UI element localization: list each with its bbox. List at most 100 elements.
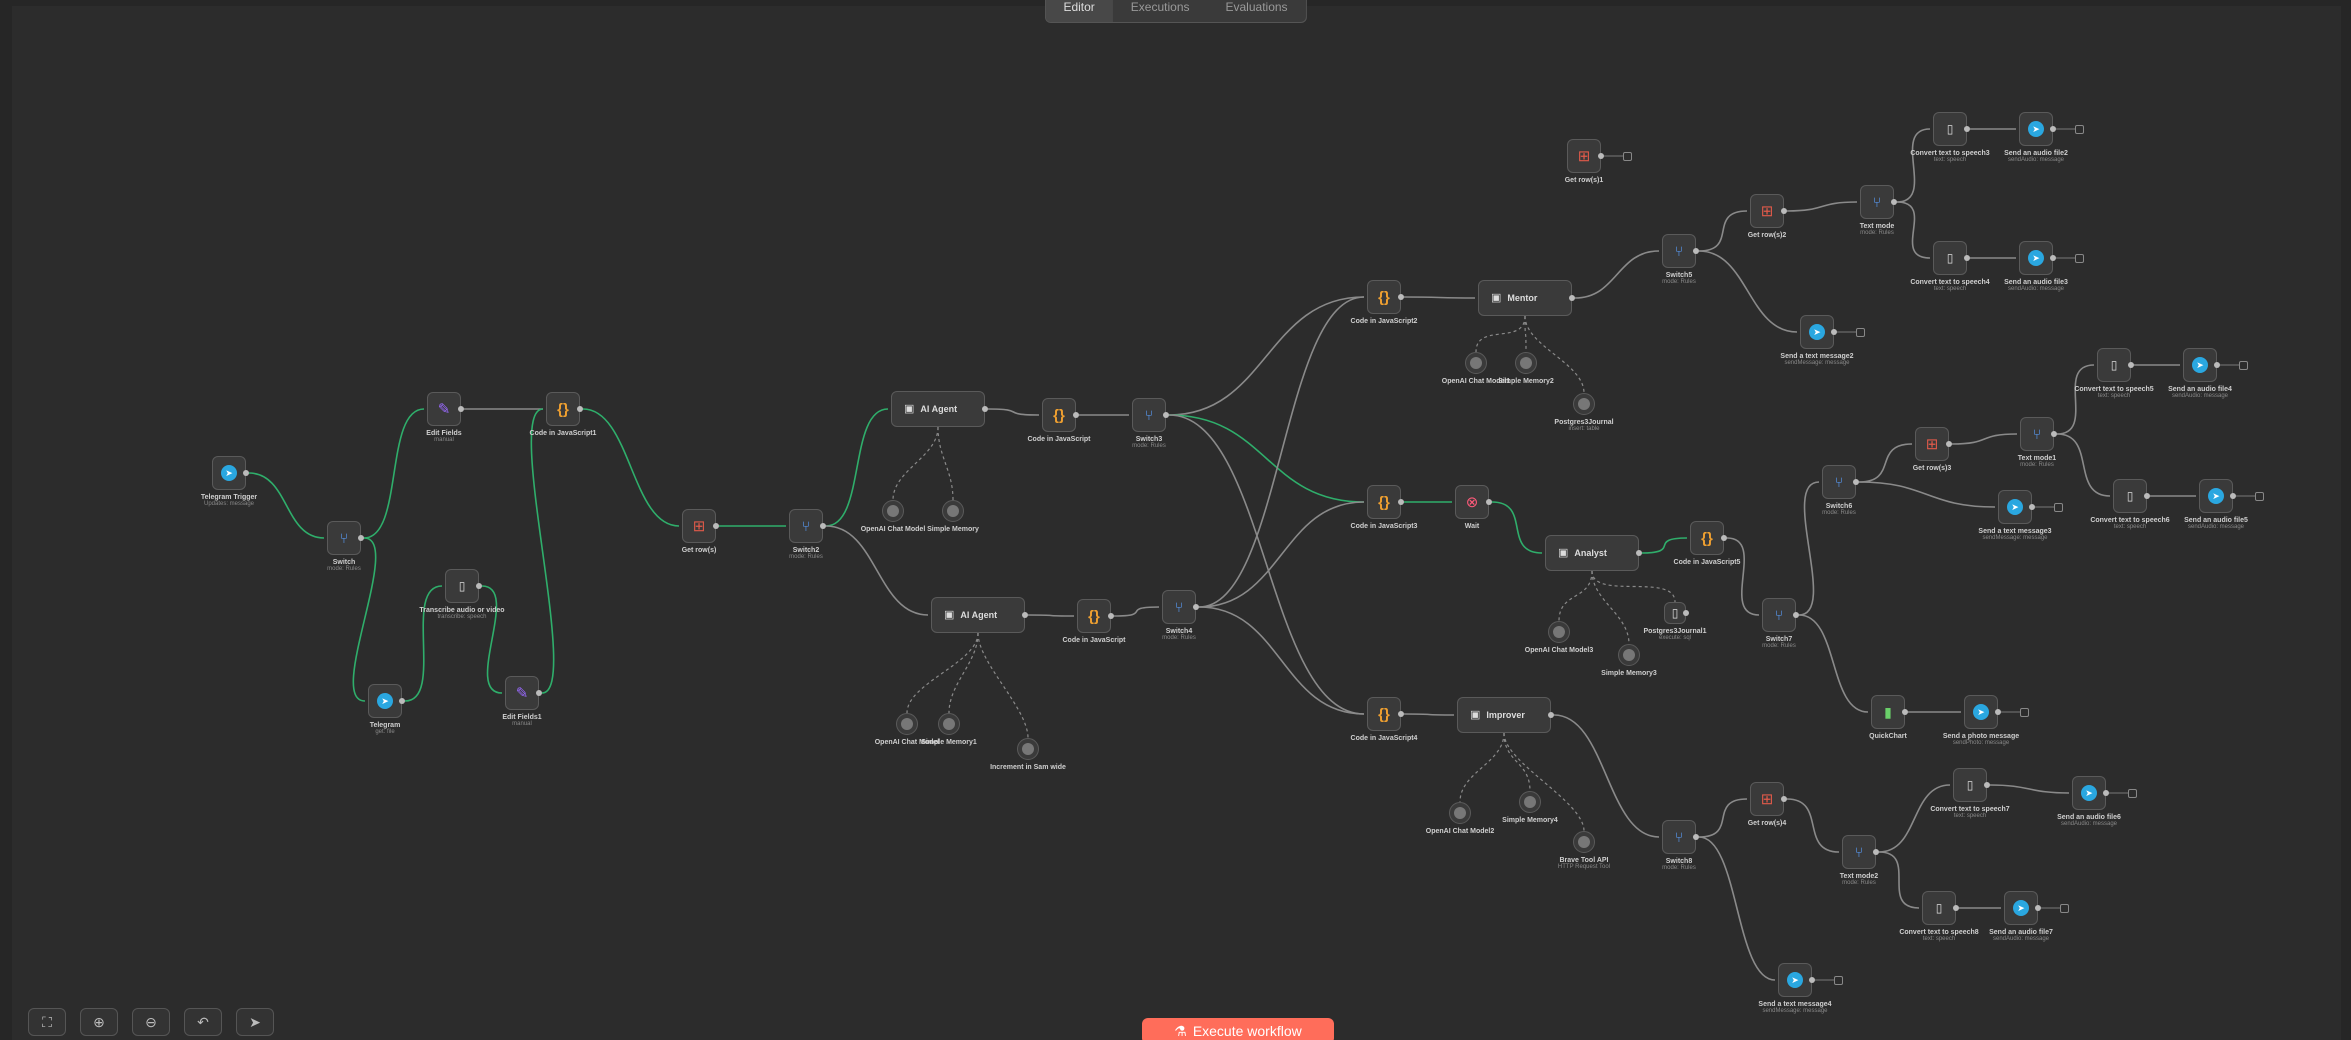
node-send-audio-6[interactable]: ➤ bbox=[2004, 891, 2038, 925]
node-memory-1[interactable] bbox=[942, 500, 964, 522]
node-send-audio-4[interactable]: ➤ bbox=[2199, 479, 2233, 513]
output-handle[interactable] bbox=[1831, 329, 1837, 335]
output-handle[interactable] bbox=[577, 406, 583, 412]
node-send-audio-3[interactable]: ➤ bbox=[2183, 348, 2217, 382]
node-agent-mentor[interactable]: ▣ Mentor bbox=[1478, 280, 1572, 316]
add-node-handle[interactable] bbox=[2054, 502, 2063, 512]
output-handle[interactable] bbox=[1548, 712, 1554, 718]
node-telegram-trigger[interactable]: ➤ bbox=[212, 456, 246, 490]
node-switch-7[interactable]: ⑂ bbox=[1762, 598, 1796, 632]
node-code-js-d[interactable]: {} bbox=[1367, 697, 1401, 731]
node-get-rows-1[interactable]: ⊞ bbox=[1567, 139, 1601, 173]
add-node-handle[interactable] bbox=[2128, 788, 2137, 798]
output-handle[interactable] bbox=[458, 406, 464, 412]
node-openai-1[interactable] bbox=[882, 500, 904, 522]
output-handle[interactable] bbox=[713, 523, 719, 529]
node-tts-3[interactable]: ▯ bbox=[2097, 348, 2131, 382]
node-switch-5[interactable]: ⑂ bbox=[1662, 234, 1696, 268]
node-wait[interactable]: ⊗ bbox=[1455, 485, 1489, 519]
output-handle[interactable] bbox=[820, 523, 826, 529]
node-edit-fields[interactable]: ✎ bbox=[427, 392, 461, 426]
zoom-in-button[interactable]: ⊕ bbox=[80, 1008, 118, 1036]
node-transcribe[interactable]: ▯ bbox=[445, 569, 479, 603]
node-code-js-c[interactable]: {} bbox=[1690, 521, 1724, 555]
execute-workflow-button[interactable]: ⚗ Execute workflow bbox=[1142, 1018, 1334, 1040]
undo-button[interactable]: ↶ bbox=[184, 1008, 222, 1036]
node-brave-tool[interactable] bbox=[1573, 831, 1595, 853]
add-node-handle[interactable] bbox=[1623, 151, 1632, 161]
output-handle[interactable] bbox=[1946, 441, 1952, 447]
node-send-photo[interactable]: ➤ bbox=[1964, 695, 1998, 729]
node-openai-4[interactable] bbox=[1548, 621, 1570, 643]
output-handle[interactable] bbox=[1793, 612, 1799, 618]
node-quickchart[interactable]: ▮ bbox=[1871, 695, 1905, 729]
output-handle[interactable] bbox=[1598, 153, 1604, 159]
node-send-text-2[interactable]: ➤ bbox=[1998, 490, 2032, 524]
output-handle[interactable] bbox=[536, 690, 542, 696]
node-text-mode-2[interactable]: ⑂ bbox=[2020, 417, 2054, 451]
output-handle[interactable] bbox=[2230, 493, 2236, 499]
node-get-rows-3[interactable]: ⊞ bbox=[1915, 427, 1949, 461]
add-node-handle[interactable] bbox=[2255, 491, 2264, 501]
node-send-audio-1[interactable]: ➤ bbox=[2019, 112, 2053, 146]
output-handle[interactable] bbox=[2214, 362, 2220, 368]
node-text-mode-1[interactable]: ⑂ bbox=[1860, 185, 1894, 219]
node-get-rows[interactable]: ⊞ bbox=[682, 509, 716, 543]
add-node-handle[interactable] bbox=[2075, 124, 2084, 134]
output-handle[interactable] bbox=[1984, 782, 1990, 788]
output-handle[interactable] bbox=[2144, 493, 2150, 499]
tab-evaluations[interactable]: Evaluations bbox=[1208, 0, 1306, 22]
output-handle[interactable] bbox=[1398, 499, 1404, 505]
add-node-handle[interactable] bbox=[2020, 707, 2029, 717]
node-ai-agent-1[interactable]: ▣ AI Agent bbox=[891, 391, 985, 427]
node-agent-improver[interactable]: ▣ Improver bbox=[1457, 697, 1551, 733]
output-handle[interactable] bbox=[2029, 504, 2035, 510]
node-code-js-b[interactable]: {} bbox=[1367, 485, 1401, 519]
output-handle[interactable] bbox=[1486, 499, 1492, 505]
node-text-mode-3[interactable]: ⑂ bbox=[1842, 835, 1876, 869]
add-node-handle[interactable] bbox=[1856, 327, 1865, 337]
pointer-button[interactable]: ➤ bbox=[236, 1008, 274, 1036]
node-memory-3[interactable] bbox=[1515, 352, 1537, 374]
zoom-out-button[interactable]: ⊖ bbox=[132, 1008, 170, 1036]
workflow-canvas[interactable]: ➤ Telegram Trigger Updates: message ⑂ Switch… bbox=[0, 0, 2351, 1040]
output-handle[interactable] bbox=[1693, 834, 1699, 840]
output-handle[interactable] bbox=[1108, 613, 1114, 619]
output-handle[interactable] bbox=[1163, 412, 1169, 418]
node-memory-2[interactable] bbox=[938, 713, 960, 735]
tab-editor[interactable]: Editor bbox=[1045, 0, 1113, 22]
output-handle[interactable] bbox=[982, 406, 988, 412]
node-switch-3[interactable]: ⑂ bbox=[1132, 398, 1166, 432]
node-get-rows-4[interactable]: ⊞ bbox=[1750, 782, 1784, 816]
node-get-rows-2[interactable]: ⊞ bbox=[1750, 194, 1784, 228]
output-handle[interactable] bbox=[1398, 294, 1404, 300]
output-handle[interactable] bbox=[1873, 849, 1879, 855]
output-handle[interactable] bbox=[1022, 612, 1028, 618]
add-node-handle[interactable] bbox=[2060, 903, 2069, 913]
output-handle[interactable] bbox=[2128, 362, 2134, 368]
add-node-handle[interactable] bbox=[2239, 360, 2248, 370]
node-memory-4[interactable] bbox=[1618, 644, 1640, 666]
node-agent-analyst[interactable]: ▣ Analyst bbox=[1545, 535, 1639, 571]
output-handle[interactable] bbox=[1569, 295, 1575, 301]
output-handle[interactable] bbox=[1781, 208, 1787, 214]
add-node-handle[interactable] bbox=[2075, 253, 2084, 263]
output-handle[interactable] bbox=[399, 698, 405, 704]
node-code-js-a[interactable]: {} bbox=[1367, 280, 1401, 314]
node-openai-5[interactable] bbox=[1449, 802, 1471, 824]
node-switch-1[interactable]: ⑂ bbox=[327, 521, 361, 555]
node-telegram-getfile[interactable]: ➤ bbox=[368, 684, 402, 718]
output-handle[interactable] bbox=[1964, 255, 1970, 261]
node-send-text-1[interactable]: ➤ bbox=[1800, 315, 1834, 349]
node-edit-fields-1[interactable]: ✎ bbox=[505, 676, 539, 710]
output-handle[interactable] bbox=[1953, 905, 1959, 911]
output-handle[interactable] bbox=[1693, 248, 1699, 254]
output-handle[interactable] bbox=[2050, 255, 2056, 261]
output-handle[interactable] bbox=[1809, 977, 1815, 983]
node-switch-4[interactable]: ⑂ bbox=[1162, 590, 1196, 624]
node-openai-2[interactable] bbox=[896, 713, 918, 735]
output-handle[interactable] bbox=[1073, 412, 1079, 418]
output-handle[interactable] bbox=[2035, 905, 2041, 911]
node-switch-6[interactable]: ⑂ bbox=[1822, 465, 1856, 499]
node-ai-agent-2[interactable]: ▣ AI Agent bbox=[931, 597, 1025, 633]
